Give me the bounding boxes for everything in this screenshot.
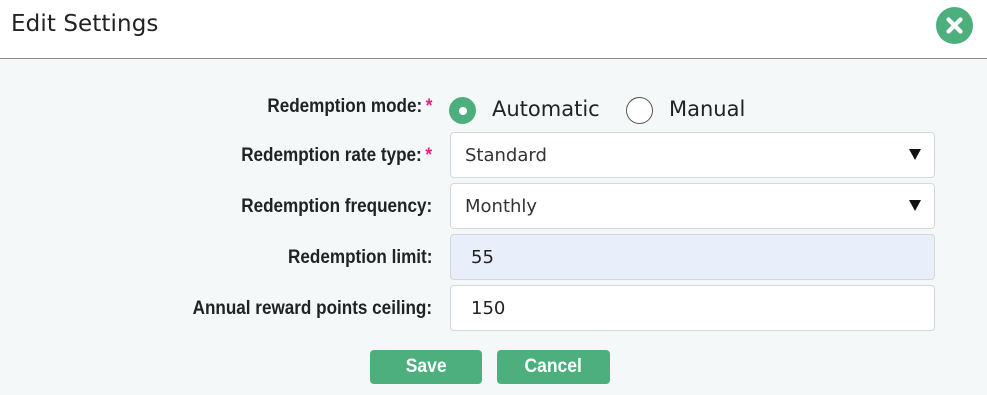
- redemption-limit-label: Redemption limit:: [287, 247, 432, 268]
- dialog-title: Edit Settings: [11, 11, 159, 37]
- cancel-button-label: Cancel: [524, 356, 583, 377]
- redemption-frequency-select[interactable]: Monthly: [450, 183, 935, 229]
- redemption-limit-input[interactable]: 55: [450, 234, 935, 280]
- dialog-header: Edit Settings: [0, 0, 987, 59]
- redemption-rate-type-value: Standard: [465, 145, 547, 166]
- required-marker: *: [425, 96, 432, 117]
- required-marker: *: [425, 145, 432, 166]
- redemption-mode-label-text: Redemption mode:: [266, 96, 422, 117]
- annual-ceiling-value: 150: [471, 298, 506, 319]
- redemption-rate-type-select[interactable]: Standard: [450, 132, 935, 178]
- redemption-rate-type-label: Redemption rate type: *: [241, 145, 432, 167]
- radio-unchecked-icon: [626, 97, 653, 124]
- dropdown-arrow-icon: [909, 200, 921, 211]
- redemption-frequency-label: Redemption frequency:: [241, 196, 432, 217]
- cancel-button[interactable]: Cancel: [497, 350, 610, 384]
- annual-ceiling-label: Annual reward points ceiling:: [192, 298, 432, 319]
- radio-checked-icon: [449, 97, 476, 124]
- redemption-frequency-value: Monthly: [465, 196, 538, 217]
- close-button[interactable]: [936, 7, 973, 44]
- radio-automatic-label: Automatic: [492, 97, 600, 121]
- redemption-limit-value: 55: [471, 247, 494, 268]
- radio-manual-label: Manual: [669, 97, 746, 121]
- redemption-mode-label: Redemption mode: *: [267, 96, 432, 118]
- close-icon: [946, 17, 963, 34]
- save-button[interactable]: Save: [370, 350, 482, 384]
- dropdown-arrow-icon: [909, 149, 921, 160]
- save-button-label: Save: [405, 356, 447, 377]
- redemption-rate-type-label-text: Redemption rate type:: [241, 145, 422, 166]
- annual-ceiling-input[interactable]: 150: [450, 285, 935, 331]
